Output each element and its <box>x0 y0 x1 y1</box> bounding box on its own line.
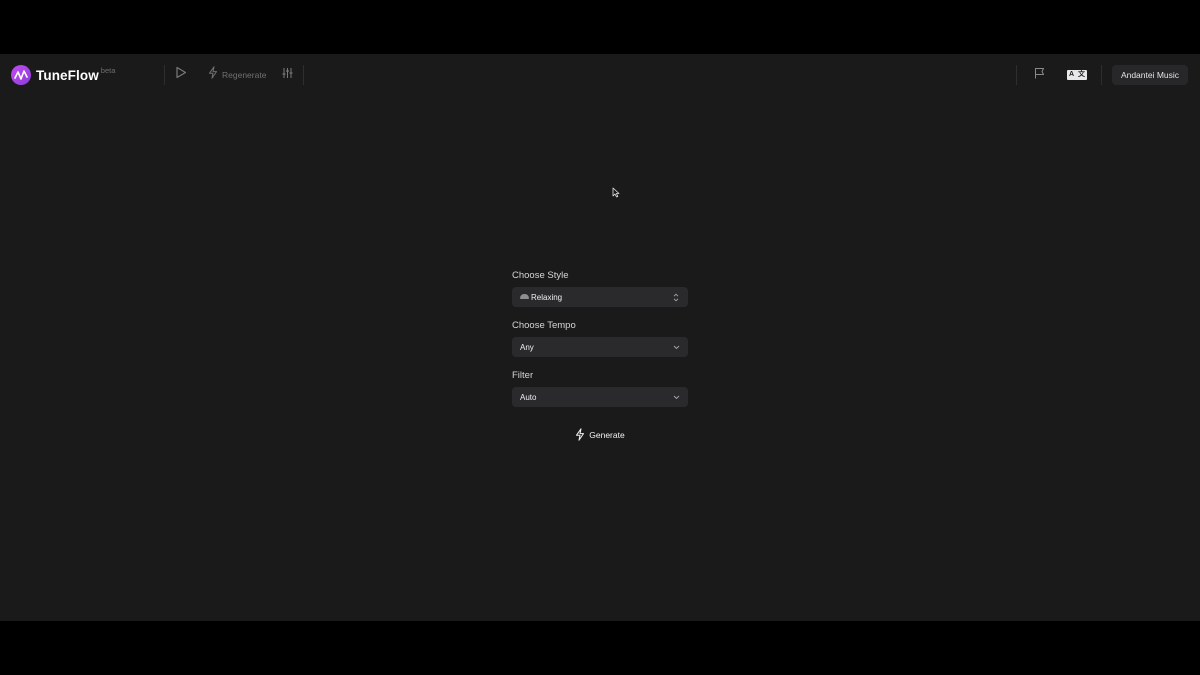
chevron-updown-icon <box>672 292 680 302</box>
waveform-logo-icon <box>11 65 31 85</box>
top-bar: TuneFlow beta Regenerate A 文 Andantei Mu… <box>0 54 1200 96</box>
play-button[interactable] <box>174 66 188 84</box>
generate-label: Generate <box>589 430 625 440</box>
language-glyph-latin: A <box>1068 71 1075 78</box>
style-label: Choose Style <box>512 270 569 281</box>
filter-select[interactable]: Auto <box>512 387 688 407</box>
tempo-label: Choose Tempo <box>512 320 576 331</box>
toolbar-divider <box>1101 65 1102 85</box>
language-glyph-cjk: 文 <box>1078 71 1086 78</box>
lightning-icon <box>208 66 218 84</box>
rainbow-emoji-icon <box>520 293 529 299</box>
beta-tag: beta <box>100 65 116 75</box>
chevron-down-icon <box>672 392 680 402</box>
logo[interactable]: TuneFlow beta <box>11 65 116 85</box>
regenerate-label: Regenerate <box>222 70 267 80</box>
toolbar-divider <box>164 65 165 85</box>
app-window: TuneFlow beta Regenerate A 文 Andantei Mu… <box>0 54 1200 621</box>
filter-label: Filter <box>512 370 534 381</box>
mixer-button[interactable] <box>281 66 293 84</box>
chevron-down-icon <box>672 342 680 352</box>
mouse-cursor-icon <box>612 185 620 203</box>
play-icon <box>175 66 187 84</box>
regenerate-button[interactable]: Regenerate <box>208 66 267 84</box>
generate-form: Choose Style Relaxing Choose Tempo Any F… <box>512 270 688 443</box>
lightning-icon <box>575 427 589 443</box>
app-name: TuneFlow <box>36 67 99 83</box>
toolbar-divider <box>1016 65 1017 85</box>
style-value: Relaxing <box>531 292 563 302</box>
flag-icon <box>1034 66 1045 84</box>
feedback-button[interactable] <box>1033 66 1045 84</box>
tempo-select[interactable]: Any <box>512 337 688 357</box>
generate-button[interactable]: Generate <box>570 427 630 443</box>
toolbar-divider <box>303 65 304 85</box>
sliders-icon <box>282 66 293 84</box>
style-select[interactable]: Relaxing <box>512 287 688 307</box>
user-account-button[interactable]: Andantei Music <box>1112 65 1188 85</box>
tempo-value: Any <box>520 342 534 352</box>
language-translate-icon[interactable]: A 文 <box>1067 70 1087 80</box>
filter-value: Auto <box>520 392 537 402</box>
